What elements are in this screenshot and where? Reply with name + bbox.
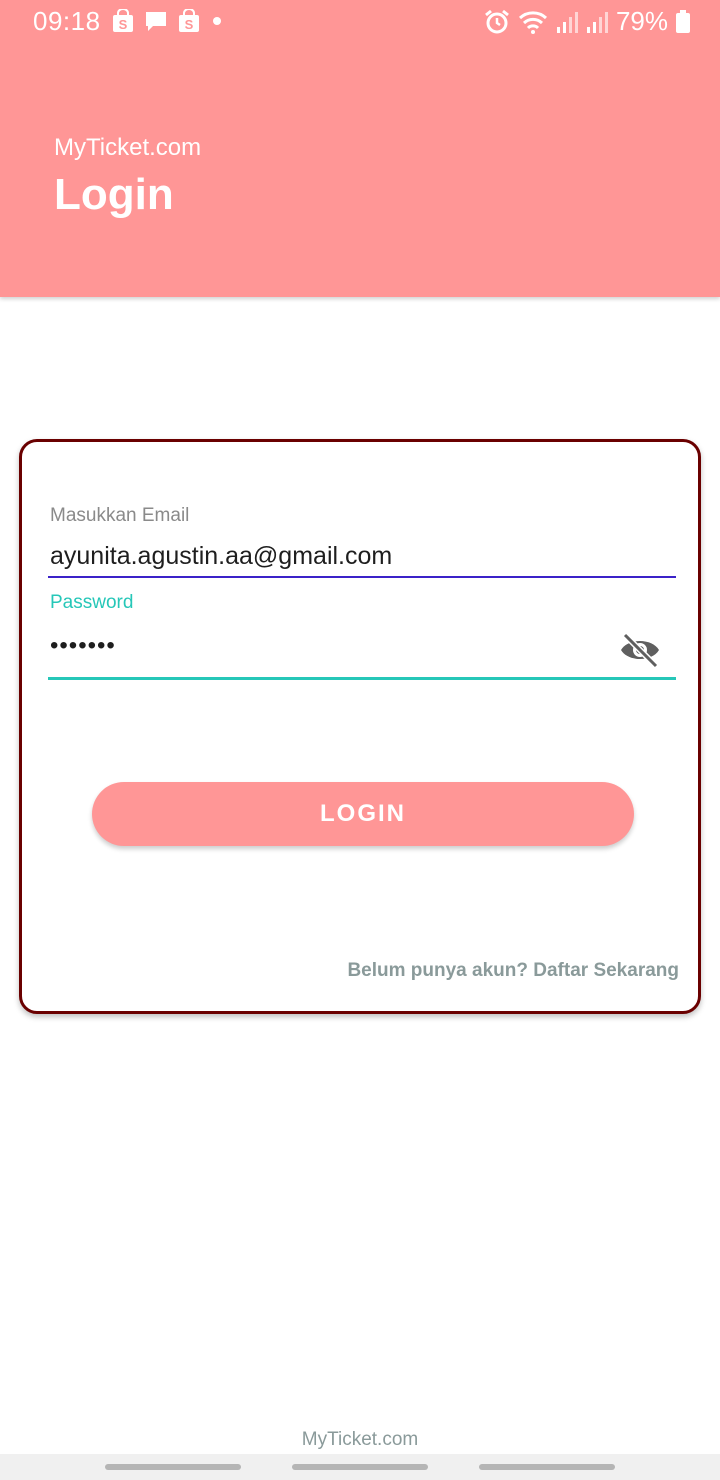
app-name: MyTicket.com xyxy=(54,134,202,161)
app-header: 09:18 S S 79% MyTicket.com Login xyxy=(0,0,720,297)
email-underline xyxy=(48,576,676,578)
status-bar: 09:18 S S 79% xyxy=(0,0,720,44)
eye-off-icon xyxy=(621,632,659,669)
battery-percent: 79% xyxy=(615,6,668,36)
chat-icon xyxy=(146,12,166,31)
email-field[interactable]: ayunita.agustin.aa@gmail.com xyxy=(50,542,392,571)
dot-icon xyxy=(213,17,221,25)
footer-text: MyTicket.com xyxy=(301,1429,419,1450)
register-link[interactable]: Belum punya akun? Daftar Sekarang xyxy=(347,960,679,982)
navigation-bar xyxy=(0,1454,720,1480)
password-underline xyxy=(48,677,676,680)
nav-recents-button[interactable] xyxy=(105,1464,241,1470)
login-card: Masukkan Email ayunita.agustin.aa@gmail.… xyxy=(19,439,701,1014)
wifi-icon xyxy=(518,10,547,34)
signal-icon xyxy=(556,11,578,33)
notification-icons: S S xyxy=(112,9,224,33)
status-time: 09:18 xyxy=(33,6,101,36)
nav-back-button[interactable] xyxy=(479,1464,615,1470)
page-title: Login xyxy=(54,170,174,219)
signal-icon xyxy=(586,11,608,33)
password-label: Password xyxy=(50,592,134,613)
svg-text:S: S xyxy=(185,17,194,32)
svg-text:S: S xyxy=(119,17,128,32)
nav-home-button[interactable] xyxy=(292,1464,428,1470)
alarm-icon xyxy=(485,9,509,33)
password-field[interactable]: ••••••• xyxy=(50,632,116,660)
password-visibility-toggle[interactable] xyxy=(618,632,662,669)
shopee-bag-icon: S xyxy=(179,9,199,32)
battery-icon xyxy=(676,9,690,33)
email-label: Masukkan Email xyxy=(50,505,190,526)
system-icons: 79% xyxy=(484,6,690,37)
login-button[interactable]: LOGIN xyxy=(92,782,634,846)
shopee-bag-icon: S xyxy=(113,9,133,32)
